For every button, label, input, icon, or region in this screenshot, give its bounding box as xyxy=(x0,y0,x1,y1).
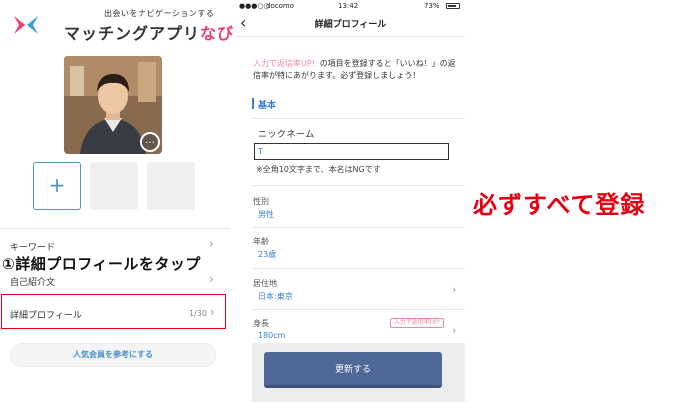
brand-tagline: 出会いをナビゲーションする xyxy=(104,9,215,18)
self-intro-item[interactable]: 自己紹介文 xyxy=(10,275,55,288)
divider xyxy=(252,268,465,269)
app-logo-icon xyxy=(14,16,38,34)
chevron-right-icon[interactable]: › xyxy=(452,324,456,337)
residence-value[interactable]: 日本:東京 xyxy=(258,291,293,302)
age-value[interactable]: 23歳 xyxy=(258,249,276,260)
gender-label: 性別 xyxy=(253,197,269,206)
section-marker xyxy=(252,98,254,109)
notice-text: 入力で返信率UP！の項目を登録すると「いいね！」の返信率が特にあがります。必ず登… xyxy=(253,58,458,82)
brand-name-main: マッチングアプリ xyxy=(64,24,201,43)
battery-percent: 73% xyxy=(424,2,440,10)
update-button[interactable]: 更新する xyxy=(264,352,442,388)
chevron-right-icon: › xyxy=(209,272,214,286)
left-screen: 出会いをナビゲーションする マッチングアプリなび … + キーワード › ①詳細… xyxy=(0,0,233,402)
page-title: 詳細プロフィール xyxy=(314,20,387,30)
status-bar: ●●●○○ docomo 13:42 73% xyxy=(236,0,465,12)
chevron-right-icon[interactable]: › xyxy=(452,283,456,296)
height-value[interactable]: 180cm xyxy=(258,331,285,340)
divider xyxy=(252,309,465,310)
nickname-label: ニックネーム xyxy=(258,130,315,140)
keyword-item[interactable]: キーワード xyxy=(10,240,55,253)
photo-menu-icon[interactable]: … xyxy=(140,132,160,152)
annotation-step-1: ①詳細プロフィールをタップ xyxy=(2,255,201,273)
divider xyxy=(236,36,465,37)
divider xyxy=(252,185,465,186)
add-photo-button[interactable]: + xyxy=(33,162,81,210)
residence-label: 居住地 xyxy=(253,279,277,288)
section-title: 基本 xyxy=(258,101,277,111)
battery-icon xyxy=(446,3,460,9)
divider xyxy=(0,228,230,229)
divider xyxy=(252,118,465,119)
clock: 13:42 xyxy=(338,2,359,10)
carrier-label: docomo xyxy=(266,2,294,10)
notice-highlight: 入力で返信率UP！ xyxy=(253,59,320,68)
nickname-input[interactable] xyxy=(254,143,449,160)
signal-icon: ●●●○○ xyxy=(239,2,270,10)
photo-slot[interactable] xyxy=(90,162,138,210)
nickname-hint: ※全角10文字まで、本名はNGです xyxy=(256,165,381,174)
divider xyxy=(252,227,465,228)
photo-slot[interactable] xyxy=(147,162,195,210)
brand-name: マッチングアプリなび xyxy=(64,20,234,44)
view-popular-members-button[interactable]: 人気会員を参考にする xyxy=(10,343,216,367)
gender-value[interactable]: 男性 xyxy=(258,209,274,220)
height-label: 身長 xyxy=(253,319,269,328)
highlight-frame xyxy=(1,294,226,329)
reply-rate-tag: 入力で返信率UP! xyxy=(390,318,444,328)
instruction-callout: 必ずすべて登録 xyxy=(473,191,646,219)
chevron-right-icon: › xyxy=(209,237,214,251)
age-label: 年齢 xyxy=(253,237,269,246)
phone-screen: ●●●○○ docomo 13:42 73% ‹ 詳細プロフィール 入力で返信率… xyxy=(236,0,465,402)
brand-name-accent: なび xyxy=(200,24,235,43)
